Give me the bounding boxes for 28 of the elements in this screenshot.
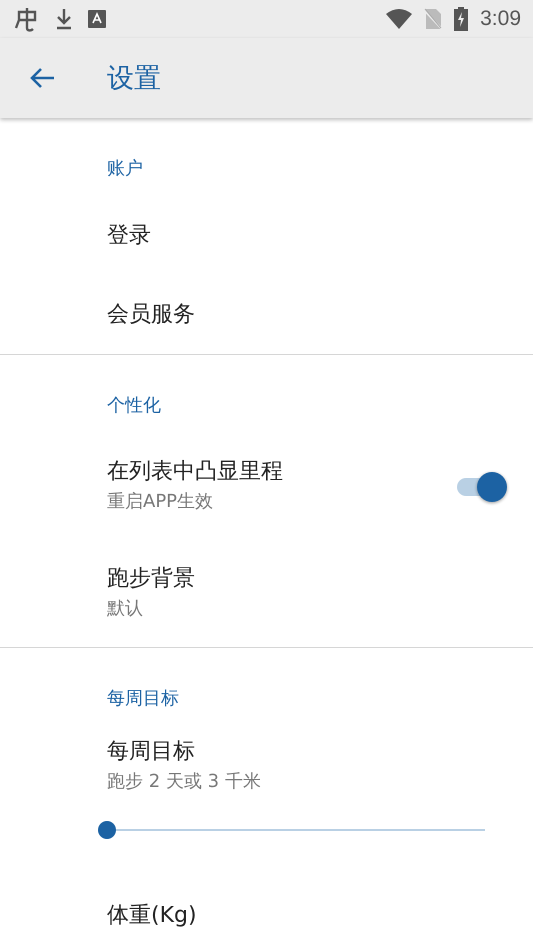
back-arrow-icon [28,66,56,90]
item-title: 每周目标 [107,738,196,766]
section-header: 每周目标 [107,687,179,710]
section-header: 账户 [107,157,143,180]
settings-item[interactable]: 登录 [107,196,533,275]
keyboard-icon [88,10,106,28]
status-time: 3:09 [480,7,521,31]
item-summary: 跑步 2 天或 3 千米 [107,770,262,794]
item-title: 会员服务 [107,301,196,329]
item-title: 登录 [107,222,152,250]
settings-item[interactable]: 体重(Kg) [107,876,533,947]
item-title: 跑步背景 [107,565,196,593]
item-summary: 重启APP生效 [107,490,214,514]
settings-item[interactable]: 在列表中凸显里程 重启APP生效 [107,433,533,540]
battery-icon [454,7,468,31]
item-title: 在列表中凸显里程 [107,458,283,486]
section-header: 个性化 [107,394,161,417]
settings-item[interactable]: 会员服务 [107,275,533,354]
screen-title: 设置 [107,62,161,96]
settings-item[interactable]: 跑步背景 默认 [107,540,533,647]
item-summary: 默认 [107,597,144,621]
no-sim-icon [424,8,442,30]
wifi-icon [386,8,412,30]
item-title: 体重(Kg) [107,902,198,930]
toggle-switch[interactable] [457,472,505,500]
download-icon [54,7,74,31]
settings-item[interactable]: 每周目标 跑步 2 天或 3 千米 [107,726,533,796]
slider-thumb[interactable] [98,821,116,839]
